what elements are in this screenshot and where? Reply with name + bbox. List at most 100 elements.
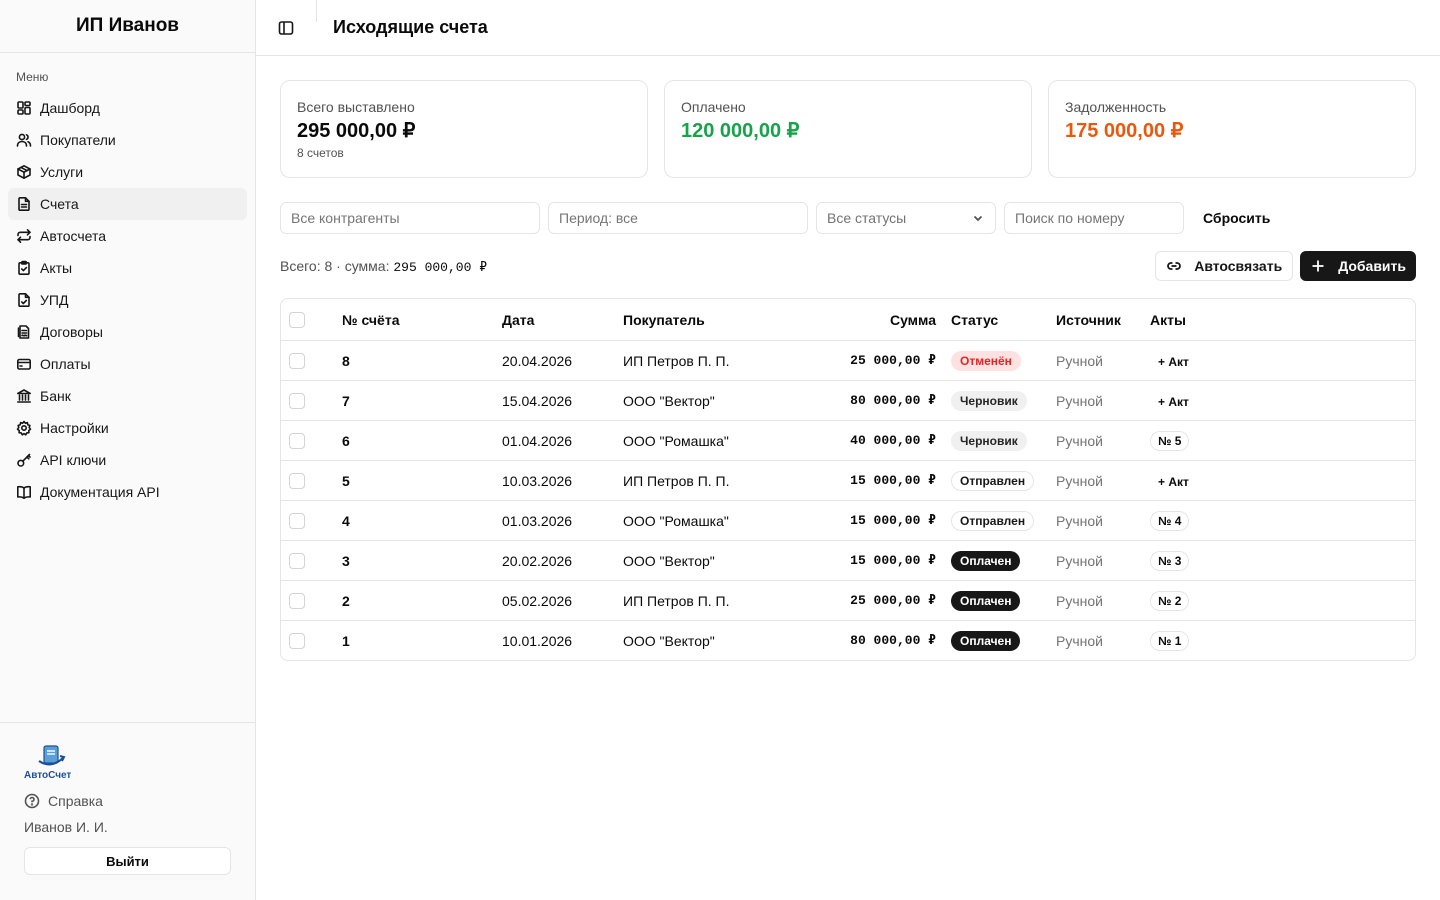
invoice-number[interactable]: 8 [342, 353, 502, 369]
invoice-buyer: ООО "Ромашка" [623, 512, 729, 529]
sidebar-item-2[interactable]: Услуги [8, 156, 247, 188]
add-act-button[interactable]: + Акт [1150, 395, 1189, 409]
invoices-table: № счёта Дата Покупатель Сумма Статус Ист… [280, 298, 1416, 661]
status-cell: Черновик [936, 390, 1056, 411]
invoice-source: Ручной [1056, 632, 1103, 649]
sidebar-item-5[interactable]: Акты [8, 252, 247, 284]
sidebar-item-0[interactable]: Дашборд [8, 92, 247, 124]
help-label: Справка [48, 793, 103, 809]
add-act-button[interactable]: + Акт [1150, 355, 1189, 369]
row-checkbox[interactable] [289, 512, 305, 529]
status-filter-select[interactable]: Все статусы [816, 202, 996, 234]
card-sub: 8 счетов [297, 146, 344, 160]
invoice-source: Ручной [1056, 552, 1103, 569]
card-value: 295 000,00 ₽ [297, 120, 416, 142]
status-cell: Оплачен [936, 630, 1056, 651]
invoice-sum: 25 000,00 ₽ [850, 353, 936, 368]
logout-button[interactable]: Выйти [24, 847, 231, 875]
table-toolbar: Всего: 8 · сумма: 295 000,00 ₽ Автосвяза… [280, 251, 1416, 281]
row-checkbox[interactable] [289, 392, 305, 409]
totals-sum: 295 000,00 ₽ [393, 259, 488, 275]
invoice-date: 10.01.2026 [502, 632, 573, 649]
invoice-number[interactable]: 5 [342, 473, 502, 489]
sidebar-item-6[interactable]: УПД [8, 284, 247, 316]
act-link[interactable]: № 2 [1150, 590, 1190, 611]
invoice-number[interactable]: 2 [342, 593, 502, 609]
add-invoice-button[interactable]: Добавить [1300, 251, 1416, 281]
counterparty-filter-input[interactable] [280, 202, 540, 234]
reset-filters-button[interactable]: Сбросить [1203, 210, 1270, 226]
acts-cell: № 3 [1150, 550, 1415, 571]
column-header[interactable]: Покупатель [623, 312, 823, 328]
invoice-number[interactable]: 7 [342, 393, 502, 409]
autolink-button[interactable]: Автосвязать [1155, 251, 1294, 281]
help-circle-icon [24, 793, 40, 809]
sidebar-item-11[interactable]: API ключи [8, 444, 247, 476]
act-link[interactable]: № 4 [1150, 510, 1190, 531]
column-header[interactable]: Источник [1056, 312, 1150, 328]
invoice-number[interactable]: 4 [342, 513, 502, 529]
invoice-date: 01.03.2026 [502, 512, 573, 529]
search-number-input[interactable] [1004, 202, 1184, 234]
sidebar-item-label: API ключи [40, 452, 107, 468]
table-row[interactable]: 2 05.02.2026 ИП Петров П. П. 25 000,00 ₽ Опл… [281, 580, 1415, 620]
row-checkbox[interactable] [289, 472, 305, 489]
sidebar-menu: Дашборд Покупатели Услуги Счета Автосчета Акт… [0, 92, 255, 508]
invoice-source: Ручной [1056, 432, 1103, 449]
column-header[interactable]: Статус [936, 312, 1056, 328]
row-checkbox[interactable] [289, 352, 305, 369]
add-act-button[interactable]: + Акт [1150, 475, 1189, 489]
act-link[interactable]: № 1 [1150, 630, 1190, 651]
table-row[interactable]: 4 01.03.2026 ООО "Ромашка" 15 000,00 ₽ Отпра… [281, 500, 1415, 540]
invoice-source: Ручной [1056, 352, 1103, 369]
row-checkbox[interactable] [289, 592, 305, 609]
table-row[interactable]: 6 01.04.2026 ООО "Ромашка" 40 000,00 ₽ Черно… [281, 420, 1415, 460]
table-row[interactable]: 1 10.01.2026 ООО "Вектор" 80 000,00 ₽ Оплаче… [281, 620, 1415, 660]
plus-icon [1312, 260, 1324, 272]
menu-title: Меню [16, 70, 49, 84]
act-link[interactable]: № 5 [1150, 430, 1190, 451]
acts-cell: № 1 [1150, 630, 1415, 651]
sidebar-toggle-button[interactable] [272, 14, 300, 42]
table-row[interactable]: 7 15.04.2026 ООО "Вектор" 80 000,00 ₽ Чернов… [281, 380, 1415, 420]
invoice-buyer: ООО "Вектор" [623, 392, 715, 409]
act-link[interactable]: № 3 [1150, 550, 1190, 571]
status-cell: Отправлен [936, 510, 1056, 531]
invoice-number[interactable]: 1 [342, 633, 502, 649]
users-icon [16, 132, 32, 148]
row-checkbox[interactable] [289, 552, 305, 569]
invoice-number[interactable]: 3 [342, 553, 502, 569]
invoice-number[interactable]: 6 [342, 433, 502, 449]
invoice-sum: 15 000,00 ₽ [850, 473, 936, 488]
card-value: 175 000,00 ₽ [1065, 120, 1184, 142]
column-header[interactable]: Сумма [823, 312, 936, 328]
filters-bar: Все статусы Сбросить [280, 202, 1416, 234]
table-row[interactable]: 8 20.04.2026 ИП Петров П. П. 25 000,00 ₽ Отм… [281, 340, 1415, 380]
sidebar-item-8[interactable]: Оплаты [8, 348, 247, 380]
contract-icon [16, 324, 32, 340]
sidebar-item-7[interactable]: Договоры [8, 316, 247, 348]
sidebar-item-label: Настройки [40, 420, 109, 436]
sidebar-item-1[interactable]: Покупатели [8, 124, 247, 156]
row-checkbox[interactable] [289, 432, 305, 449]
column-header[interactable]: Дата [502, 312, 623, 328]
sidebar-item-9[interactable]: Банк [8, 380, 247, 412]
select-all-checkbox[interactable] [289, 311, 305, 328]
sidebar-item-4[interactable]: Автосчета [8, 220, 247, 252]
sidebar-item-10[interactable]: Настройки [8, 412, 247, 444]
table-row[interactable]: 5 10.03.2026 ИП Петров П. П. 15 000,00 ₽ Отп… [281, 460, 1415, 500]
help-link[interactable]: Справка [24, 791, 231, 811]
acts-cell: + Акт [1150, 353, 1415, 369]
row-select-cell [281, 392, 342, 409]
sidebar-item-3[interactable]: Счета [8, 188, 247, 220]
column-header[interactable]: № счёта [342, 312, 502, 328]
summary-cards: Всего выставлено 295 000,00 ₽ 8 счетов О… [280, 80, 1416, 178]
period-filter-input[interactable] [548, 202, 808, 234]
invoice-date: 05.02.2026 [502, 592, 573, 609]
clipboard-check-icon [16, 260, 32, 276]
row-select-cell [281, 472, 342, 489]
table-row[interactable]: 3 20.02.2026 ООО "Вектор" 15 000,00 ₽ Оплаче… [281, 540, 1415, 580]
sidebar-item-12[interactable]: Документация API [8, 476, 247, 508]
row-checkbox[interactable] [289, 632, 305, 649]
page-header: Исходящие счета [256, 0, 1440, 56]
